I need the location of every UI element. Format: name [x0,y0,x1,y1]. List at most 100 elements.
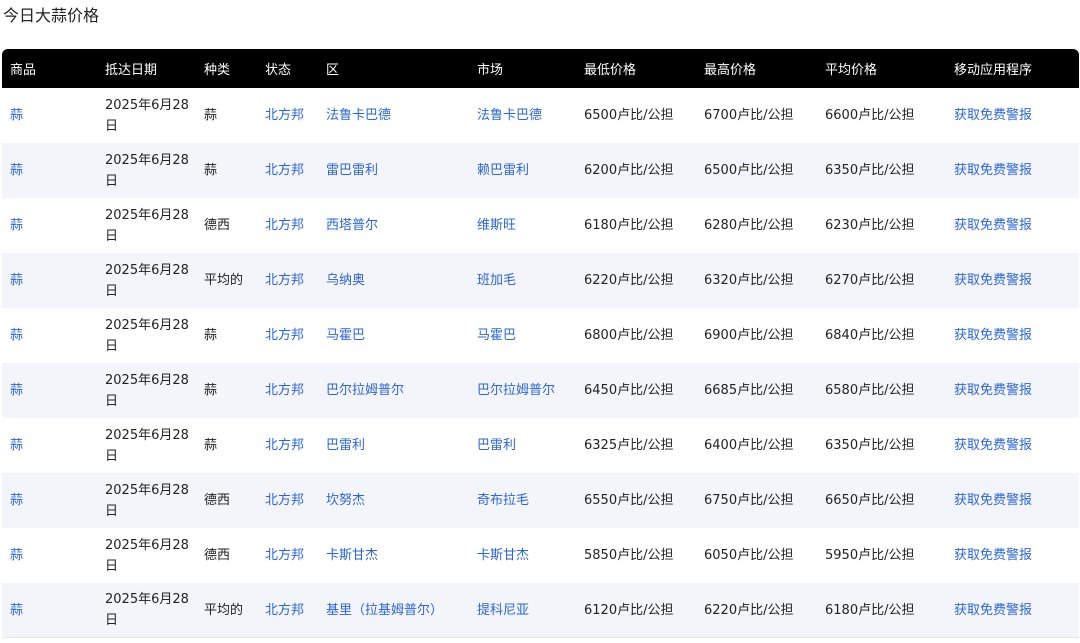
cell-commodity[interactable]: 蒜 [10,163,23,178]
cell-get-alerts-link[interactable]: 获取免费警报 [954,218,1032,233]
cell-district[interactable]: 西塔普尔 [326,218,378,233]
cell-get-alerts-link[interactable]: 获取免费警报 [954,438,1032,453]
cell-district[interactable]: 巴尔拉姆普尔 [326,383,404,398]
price-table: 商品 抵达日期 种类 状态 区 市场 最低价格 最高价格 平均价格 移动应用程序… [2,49,1079,638]
cell-min-price-container: 6500卢比/公担 [576,88,696,143]
cell-min-price-container: 6550卢比/公担 [576,473,696,528]
cell-avg-price-container: 6350卢比/公担 [817,143,946,198]
cell-get-alerts-link-container: 获取免费警报 [946,198,1079,253]
cell-get-alerts-link[interactable]: 获取免费警报 [954,603,1032,618]
cell-avg-price: 6270卢比/公担 [825,273,915,288]
cell-arrival-date: 2025年6月28日 [105,152,189,189]
cell-state-container: 北方邦 [257,583,318,638]
cell-market[interactable]: 提科尼亚 [477,603,529,618]
cell-arrival-date: 2025年6月28日 [105,482,189,519]
cell-state[interactable]: 北方邦 [265,603,304,618]
cell-state[interactable]: 北方邦 [265,383,304,398]
cell-market[interactable]: 马霍巴 [477,328,516,343]
cell-get-alerts-link[interactable]: 获取免费警报 [954,548,1032,563]
cell-commodity-container: 蒜 [2,583,97,638]
cell-market[interactable]: 赖巴雷利 [477,163,529,178]
cell-max-price: 6400卢比/公担 [704,438,794,453]
cell-market-container: 提科尼亚 [469,583,576,638]
cell-district[interactable]: 马霍巴 [326,328,365,343]
cell-district[interactable]: 基里（拉基姆普尔） [326,603,443,618]
cell-commodity-container: 蒜 [2,143,97,198]
cell-state-container: 北方邦 [257,528,318,583]
cell-get-alerts-link[interactable]: 获取免费警报 [954,383,1032,398]
cell-min-price: 5850卢比/公担 [584,548,674,563]
cell-avg-price: 6840卢比/公担 [825,328,915,343]
cell-district[interactable]: 卡斯甘杰 [326,548,378,563]
cell-arrival-date: 2025年6月28日 [105,207,189,244]
cell-market[interactable]: 维斯旺 [477,218,516,233]
header-state: 状态 [257,49,318,88]
cell-get-alerts-link-container: 获取免费警报 [946,253,1079,308]
header-min-price: 最低价格 [576,49,696,88]
cell-district-container: 雷巴雷利 [318,143,469,198]
cell-commodity[interactable]: 蒜 [10,548,23,563]
cell-district[interactable]: 雷巴雷利 [326,163,378,178]
cell-max-price: 6750卢比/公担 [704,493,794,508]
cell-district[interactable]: 乌纳奥 [326,273,365,288]
table-row: 蒜 2025年6月28日蒜北方邦 雷巴雷利 赖巴雷利 6200卢比/公担 6500卢比/公… [2,143,1079,198]
cell-arrival-date: 2025年6月28日 [105,537,189,574]
cell-commodity-container: 蒜 [2,253,97,308]
cell-variety: 蒜 [204,438,218,453]
cell-variety: 平均的 [204,273,244,288]
cell-commodity[interactable]: 蒜 [10,493,23,508]
cell-commodity[interactable]: 蒜 [10,273,23,288]
cell-district[interactable]: 法鲁卡巴德 [326,108,391,123]
cell-get-alerts-link[interactable]: 获取免费警报 [954,108,1032,123]
cell-commodity[interactable]: 蒜 [10,383,23,398]
cell-state[interactable]: 北方邦 [265,328,304,343]
cell-min-price: 6550卢比/公担 [584,493,674,508]
cell-min-price-container: 6800卢比/公担 [576,308,696,363]
cell-variety-container: 蒜 [196,143,257,198]
cell-get-alerts-link[interactable]: 获取免费警报 [954,273,1032,288]
cell-get-alerts-link[interactable]: 获取免费警报 [954,493,1032,508]
cell-get-alerts-link[interactable]: 获取免费警报 [954,328,1032,343]
cell-state[interactable]: 北方邦 [265,493,304,508]
cell-market[interactable]: 巴雷利 [477,438,516,453]
cell-district[interactable]: 坎努杰 [326,493,365,508]
cell-min-price: 6120卢比/公担 [584,602,674,618]
cell-commodity[interactable]: 蒜 [10,218,23,233]
cell-market[interactable]: 巴尔拉姆普尔 [477,383,555,398]
cell-commodity[interactable]: 蒜 [10,108,23,123]
cell-district[interactable]: 巴雷利 [326,438,365,453]
cell-min-price: 6450卢比/公担 [584,383,674,398]
cell-commodity-container: 蒜 [2,528,97,583]
cell-market[interactable]: 奇布拉毛 [477,493,529,508]
cell-district-container: 坎努杰 [318,473,469,528]
cell-state-container: 北方邦 [257,88,318,143]
cell-max-price-container: 6280卢比/公担 [696,198,817,253]
cell-avg-price-container: 6580卢比/公担 [817,363,946,418]
cell-get-alerts-link[interactable]: 获取免费警报 [954,163,1032,178]
cell-market[interactable]: 班加毛 [477,273,516,288]
cell-market[interactable]: 法鲁卡巴德 [477,108,542,123]
cell-state[interactable]: 北方邦 [265,218,304,233]
cell-commodity[interactable]: 蒜 [10,328,23,343]
cell-min-price: 6800卢比/公担 [584,328,674,343]
cell-arrival-date: 2025年6月28日 [105,592,189,628]
header-arrival-date: 抵达日期 [97,49,196,88]
cell-min-price: 6200卢比/公担 [584,163,674,178]
cell-state[interactable]: 北方邦 [265,548,304,563]
cell-commodity[interactable]: 蒜 [10,603,23,618]
cell-district-container: 巴尔拉姆普尔 [318,363,469,418]
cell-market[interactable]: 卡斯甘杰 [477,548,529,563]
cell-state[interactable]: 北方邦 [265,438,304,453]
header-district: 区 [318,49,469,88]
cell-min-price-container: 6325卢比/公担 [576,418,696,473]
cell-max-price: 6220卢比/公担 [704,602,794,618]
cell-avg-price: 6650卢比/公担 [825,493,915,508]
cell-arrival-date-container: 2025年6月28日 [97,528,196,583]
cell-state[interactable]: 北方邦 [265,163,304,178]
cell-arrival-date-container: 2025年6月28日 [97,308,196,363]
cell-variety-container: 蒜 [196,363,257,418]
cell-commodity[interactable]: 蒜 [10,438,23,453]
cell-state[interactable]: 北方邦 [265,273,304,288]
cell-state[interactable]: 北方邦 [265,108,304,123]
cell-avg-price: 6180卢比/公担 [825,602,915,618]
